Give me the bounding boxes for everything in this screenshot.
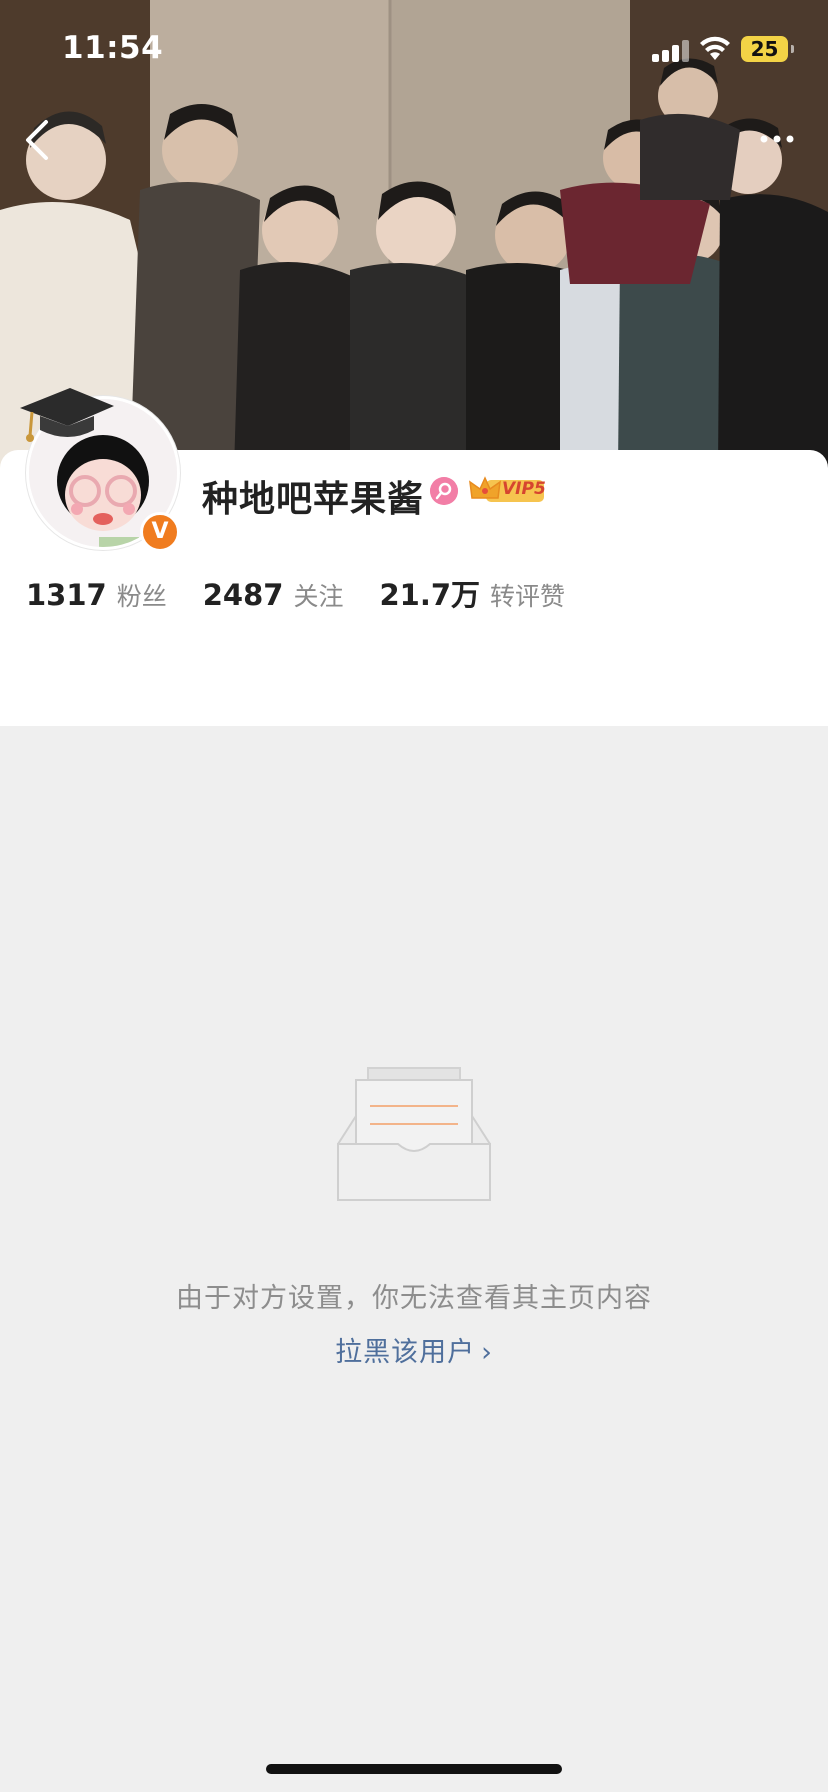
stat-value: 21.7万 [379, 578, 481, 612]
block-user-label: 拉黑该用户 [335, 1337, 476, 1368]
profile-stats: 1317 粉丝 2487 关注 21.7万 转评赞 [26, 572, 601, 612]
wifi-icon [700, 36, 730, 60]
chevron-left-icon [26, 120, 48, 160]
cellular-signal-icon [652, 40, 692, 62]
home-indicator[interactable] [266, 1764, 562, 1774]
stat-label: 转评赞 [490, 582, 566, 611]
avatar[interactable]: V [20, 386, 180, 552]
stat-following[interactable]: 2487 关注 [203, 577, 344, 613]
stat-value: 2487 [202, 578, 284, 612]
status-time: 11:54 [62, 30, 164, 66]
stat-value: 1317 [26, 578, 107, 612]
more-horizontal-icon [760, 135, 794, 143]
battery-indicator: 25 [741, 36, 794, 62]
stat-label: 粉丝 [116, 582, 167, 611]
back-button[interactable] [16, 116, 60, 164]
stat-label: 关注 [293, 582, 344, 611]
more-button[interactable] [752, 124, 802, 154]
stat-reposts-comments-likes[interactable]: 21.7万 转评赞 [379, 572, 565, 614]
graduation-cap-icon [20, 388, 114, 442]
profile-screen: 11:54 25 V 种地吧苹果酱 VIP5 1317 粉丝 2487 关注 2… [0, 0, 828, 1792]
chevron-right-icon: › [481, 1337, 493, 1368]
vip-badge[interactable]: VIP5 [468, 474, 546, 506]
vip-label: VIP5 [502, 479, 546, 499]
empty-inbox-icon [337, 1067, 491, 1201]
status-bar: 11:54 25 [0, 0, 828, 100]
empty-state-message: 由于对方设置，你无法查看其主页内容 [176, 1283, 652, 1314]
stat-followers[interactable]: 1317 粉丝 [26, 577, 167, 613]
profile-name: 种地吧苹果酱 [202, 479, 425, 520]
block-user-link[interactable]: 拉黑该用户 › [0, 1330, 828, 1369]
female-icon [430, 477, 458, 505]
verified-badge: V [140, 512, 180, 552]
